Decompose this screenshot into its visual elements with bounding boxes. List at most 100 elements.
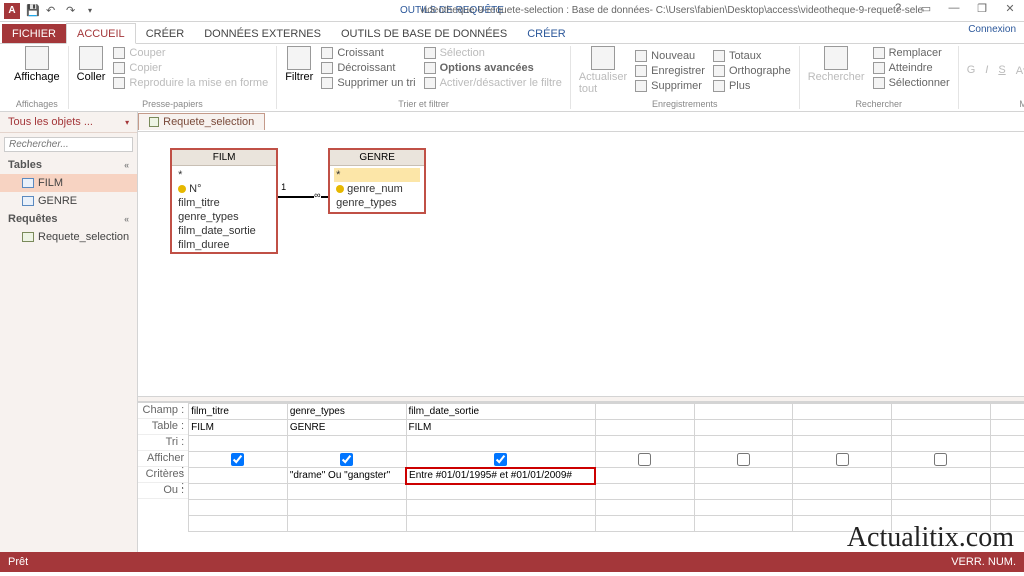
qbe-cell[interactable]	[189, 468, 288, 484]
chevron-down-icon[interactable]	[123, 116, 129, 128]
sign-in-link[interactable]: Connexion	[968, 24, 1016, 35]
qbe-cell-criteria-highlighted[interactable]: Entre #01/01/1995# et #01/01/2009#	[406, 468, 595, 484]
minimize-icon[interactable]: —	[944, 2, 964, 18]
qbe-checkbox-cell[interactable]	[287, 452, 406, 468]
field-pk[interactable]: N°	[176, 182, 272, 196]
field-item[interactable]: film_titre	[176, 196, 272, 210]
qbe-cell[interactable]: film_date_sortie	[406, 404, 595, 420]
qbe-checkbox-cell[interactable]	[793, 452, 892, 468]
replace-icon	[873, 47, 885, 59]
replace-button[interactable]: Remplacer	[873, 46, 950, 60]
tab-create[interactable]: CRÉER	[136, 24, 195, 43]
content-area: Requete_selection FILM * N° film_titre g…	[138, 112, 1024, 552]
close-icon[interactable]: ✕	[1000, 2, 1020, 18]
doc-tab-requete-selection[interactable]: Requete_selection	[138, 113, 265, 130]
select-button[interactable]: Sélectionner	[873, 76, 950, 90]
qat-more-icon[interactable]	[86, 4, 100, 18]
qbe-cell[interactable]: GENRE	[287, 420, 406, 436]
ribbon-collapse-icon[interactable]: ▭	[916, 2, 936, 18]
qbe-cell[interactable]: FILM	[406, 420, 595, 436]
tab-external-data[interactable]: DONNÉES EXTERNES	[194, 24, 331, 43]
qbe-cell[interactable]	[189, 436, 288, 452]
tab-file[interactable]: FICHIER	[2, 24, 66, 43]
spelling-button[interactable]: Orthographe	[713, 64, 791, 78]
field-list: * N° film_titre genre_types film_date_so…	[172, 166, 276, 252]
search-input[interactable]	[4, 137, 133, 152]
undo-icon[interactable]: ↶	[46, 4, 60, 18]
qbe-cell[interactable]	[189, 484, 288, 500]
delete-record-button[interactable]: Supprimer	[635, 79, 705, 93]
maximize-icon[interactable]: ❐	[972, 2, 992, 18]
bold-icon[interactable]: G	[967, 64, 976, 76]
qbe-cell[interactable]	[990, 404, 1024, 420]
font-color-icon[interactable]: A▾	[1016, 64, 1024, 77]
nav-section-tables[interactable]: Tables	[0, 156, 137, 174]
qbe-cell[interactable]: FILM	[189, 420, 288, 436]
sort-desc-button[interactable]: Décroissant	[321, 61, 415, 75]
help-icon[interactable]: ?	[888, 2, 908, 18]
qbe-cell[interactable]: "drame" Ou "gangster"	[287, 468, 406, 484]
toggle-filter-button[interactable]: Activer/désactiver le filtre	[424, 76, 562, 90]
goto-button[interactable]: Atteindre	[873, 61, 950, 75]
save-icon[interactable]: 💾	[26, 4, 40, 18]
query-design-surface[interactable]: FILM * N° film_titre genre_types film_da…	[138, 132, 1024, 396]
qbe-cell[interactable]	[694, 404, 793, 420]
find-button[interactable]: Rechercher	[808, 46, 865, 90]
qbe-cell[interactable]	[595, 404, 694, 420]
qbe-cell[interactable]: genre_types	[287, 404, 406, 420]
sort-asc-button[interactable]: Croissant	[321, 46, 415, 60]
relationship-line[interactable]	[278, 196, 328, 198]
remove-sort-button[interactable]: Supprimer un tri	[321, 76, 415, 90]
field-star[interactable]: *	[334, 168, 420, 182]
field-star[interactable]: *	[176, 168, 272, 182]
qbe-checkbox-cell[interactable]	[406, 452, 595, 468]
qbe-checkbox-cell[interactable]	[595, 452, 694, 468]
tab-home[interactable]: ACCUEIL	[66, 23, 136, 44]
new-record-button[interactable]: Nouveau	[635, 49, 705, 63]
table-box-film[interactable]: FILM * N° film_titre genre_types film_da…	[170, 148, 278, 254]
nav-item-film[interactable]: FILM	[0, 174, 137, 192]
paste-button[interactable]: Coller	[77, 46, 106, 90]
redo-icon[interactable]: ↷	[66, 4, 80, 18]
totals-button[interactable]: Totaux	[713, 49, 791, 63]
filter-button[interactable]: Filtrer	[285, 46, 313, 90]
nav-section-queries[interactable]: Requêtes	[0, 210, 137, 228]
table-title: GENRE	[330, 150, 424, 166]
field-item[interactable]: film_duree	[176, 238, 272, 252]
field-pk[interactable]: genre_num	[334, 182, 420, 196]
format-painter-button[interactable]: Reproduire la mise en forme	[113, 76, 268, 90]
refresh-all-button[interactable]: Actualiser tout	[579, 46, 627, 95]
cut-button[interactable]: Couper	[113, 46, 268, 60]
qbe-cell[interactable]	[793, 404, 892, 420]
qbe-checkbox-cell[interactable]	[189, 452, 288, 468]
field-item[interactable]: genre_types	[334, 196, 420, 210]
copy-icon	[113, 62, 125, 74]
refresh-icon	[591, 46, 615, 70]
nav-item-genre[interactable]: GENRE	[0, 192, 137, 210]
field-item[interactable]: genre_types	[176, 210, 272, 224]
more-records-button[interactable]: Plus	[713, 79, 791, 93]
sort-desc-icon	[321, 62, 333, 74]
table-box-genre[interactable]: GENRE * genre_num genre_types	[328, 148, 426, 214]
tab-query-design[interactable]: CRÉER	[517, 24, 576, 43]
qbe-cell[interactable]: film_titre	[189, 404, 288, 420]
qbe-checkbox-cell[interactable]	[694, 452, 793, 468]
collapse-icon[interactable]	[124, 213, 129, 225]
ribbon: Affichage Affichages Coller Couper Copie…	[0, 44, 1024, 112]
tab-database-tools[interactable]: OUTILS DE BASE DE DONNÉES	[331, 24, 517, 43]
qbe-checkbox-cell[interactable]	[990, 452, 1024, 468]
nav-item-requete-selection[interactable]: Requete_selection	[0, 228, 137, 246]
qbe-checkbox-cell[interactable]	[892, 452, 991, 468]
save-record-button[interactable]: Enregistrer	[635, 64, 705, 78]
advanced-filter-button[interactable]: Options avancées	[424, 61, 562, 75]
nav-pane-title[interactable]: Tous les objets ...	[0, 112, 137, 133]
selection-filter-button[interactable]: Sélection	[424, 46, 562, 60]
italic-icon[interactable]: I	[985, 64, 988, 76]
copy-button[interactable]: Copier	[113, 61, 268, 75]
qbe-cell[interactable]	[892, 404, 991, 420]
underline-icon[interactable]: S	[998, 64, 1005, 76]
qbe-label-ou: Ou :	[138, 483, 188, 499]
field-item[interactable]: film_date_sortie	[176, 224, 272, 238]
view-button[interactable]: Affichage	[14, 46, 60, 83]
collapse-icon[interactable]	[124, 159, 129, 171]
